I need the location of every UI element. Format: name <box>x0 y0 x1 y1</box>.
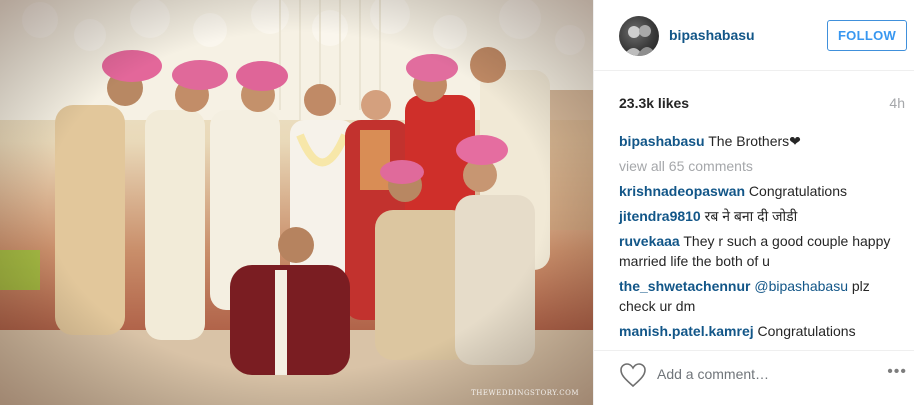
comment-item: jitendra9810 रब ने बना दी जोडी <box>619 206 905 226</box>
post-header: bipashabasu FOLLOW <box>594 0 914 71</box>
comment-username[interactable]: ruvekaaa <box>619 233 680 249</box>
comment-text: Congratulations <box>753 323 856 339</box>
comment-username[interactable]: jitendra9810 <box>619 208 701 224</box>
like-heart-icon[interactable] <box>619 362 647 388</box>
view-all-comments-link[interactable]: view all 65 comments <box>619 156 905 176</box>
photo-watermark: THEWEDDINGSTORY.COM <box>471 389 579 397</box>
post-sidebar: bipashabasu FOLLOW 23.3k likes 4h bipash… <box>593 0 914 405</box>
comments-list: bipashabasu The Brothers❤︎ view all 65 c… <box>619 131 905 346</box>
comment-username[interactable]: manish.patel.kamrej <box>619 323 754 339</box>
comment-text: रब ने बना दी जोडी <box>700 208 798 224</box>
comment-item: the_shwetachennur @bipashabasu plz check… <box>619 276 905 316</box>
avatar-image <box>623 25 657 56</box>
caption-username[interactable]: bipashabasu <box>619 133 705 149</box>
comment-username[interactable]: the_shwetachennur <box>619 278 750 294</box>
likes-count[interactable]: 23.3k likes <box>619 95 689 111</box>
comment-mention[interactable]: @bipashabasu <box>750 278 848 294</box>
comment-username[interactable]: krishnadeopaswan <box>619 183 745 199</box>
post-photo[interactable]: THEWEDDINGSTORY.COM <box>0 0 593 405</box>
avatar[interactable] <box>619 16 659 56</box>
comment-item: ruvekaaa They r such a good couple happy… <box>619 231 905 271</box>
add-comment-input[interactable]: Add a comment… <box>657 363 857 385</box>
comment-item: krishnadeopaswan Congratulations <box>619 181 905 201</box>
comment-item: manish.patel.kamrej Congratulations <box>619 321 905 341</box>
wedding-group-illustration <box>0 0 593 405</box>
caption: bipashabasu The Brothers❤︎ <box>619 131 905 151</box>
post-footer: Add a comment… ••• <box>594 350 914 405</box>
follow-button[interactable]: FOLLOW <box>827 20 907 51</box>
comment-text: Congratulations <box>745 183 847 199</box>
more-options-icon[interactable]: ••• <box>887 363 907 381</box>
caption-text: The Brothers❤︎ <box>708 133 801 149</box>
post-timestamp[interactable]: 4h <box>889 95 905 111</box>
post-author-username[interactable]: bipashabasu <box>669 27 755 43</box>
stats-row: 23.3k likes 4h <box>619 95 905 113</box>
